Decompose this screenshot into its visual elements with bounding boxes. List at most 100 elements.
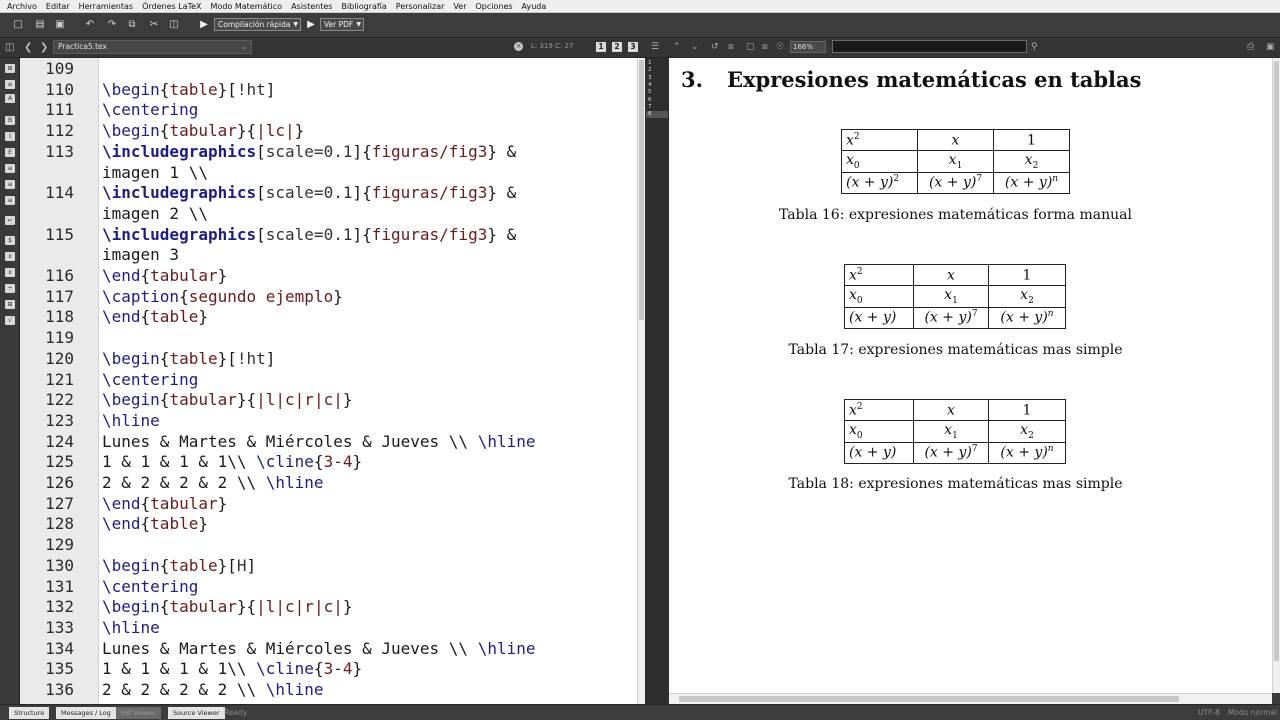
pdf-viewer-button[interactable]: Pdf Viewer [116,707,161,719]
fullscreen-icon[interactable]: ⧈ [762,41,768,53]
editor-scrollbar-thumb[interactable] [639,60,644,320]
window-mode-icon[interactable]: ▣ [1266,41,1275,53]
view-select[interactable]: Ver PDF ▼ [320,18,364,31]
chevron-left-icon[interactable]: ❮ [24,41,32,54]
align-center-icon[interactable]: ≡ [5,180,15,189]
code-line[interactable]: \includegraphics[scale=0.1]{figuras/fig3… [102,225,516,245]
compile-select[interactable]: Compilación rápida ▼ [214,18,301,31]
code-line[interactable]: \includegraphics[scale=0.1]{figuras/fig3… [102,183,516,203]
menu-ver[interactable]: Ver [453,2,466,11]
menu-herramientas[interactable]: Herramientas [79,2,134,11]
editor-scrollbar[interactable] [637,58,645,704]
code-line[interactable]: \centering [102,370,198,390]
code-line[interactable]: \begin{tabular}{|lc|} [102,121,304,141]
table-icon[interactable]: ⊞ [5,300,15,309]
symbols-panel-icon[interactable]: A [5,94,15,103]
view-run-icon[interactable]: ▶ [305,18,317,31]
code-line[interactable]: \end{table} [102,514,208,534]
code-line[interactable]: \begin{tabular}{|l|c|r|c|} [102,390,352,410]
layout-three-page-button[interactable]: 3 [628,42,638,52]
structure-item[interactable]: 5 [646,89,668,96]
structure-item[interactable]: 6 [646,97,668,104]
chevron-right-icon[interactable]: ❯ [40,41,48,54]
code-line[interactable]: \includegraphics[scale=0.1]{figuras/fig3… [102,142,516,162]
pdf-viewer[interactable]: 3. Expresiones matemáticas en tablas x2 x… [669,58,1272,693]
code-line[interactable]: Lunes & Martes & Miércoles & Jueves \\ \… [102,432,535,452]
code-line[interactable]: \caption{segundo ejemplo} [102,287,343,307]
close-icon[interactable]: × [514,42,523,51]
code-line[interactable]: \end{tabular} [102,266,227,286]
save-icon[interactable]: ▣ [54,18,66,31]
subscript-icon[interactable]: x [5,252,15,261]
fraction-icon[interactable]: ÷ [5,284,15,293]
structure-item[interactable]: 1 [646,60,668,67]
code-line[interactable]: \hline [102,411,160,431]
sqrt-icon[interactable]: √ [5,316,15,325]
page-up-icon[interactable]: ⌃ [673,41,681,53]
pdf-horizontal-scrollbar[interactable] [669,693,1272,704]
code-line[interactable]: imagen 2 \\ [102,204,208,224]
menu-bibliografia[interactable]: Bibliografía [341,2,386,11]
messages-log-button[interactable]: Messages / Log [56,707,116,719]
code-line[interactable]: \hline [102,618,160,638]
compile-run-icon[interactable]: ▶ [198,18,210,31]
code-line[interactable]: \centering [102,100,198,120]
structure-button[interactable]: Structure [9,707,50,719]
fit-width-icon[interactable]: ⧈ [728,41,734,53]
menu-modo-matematico[interactable]: Modo Matemático [211,2,283,11]
pdf-search-input[interactable] [832,40,1027,53]
code-line[interactable]: \begin{table}[!ht] [102,80,275,100]
tab-list-icon[interactable]: ◫ [5,41,14,54]
code-line[interactable]: \begin{table}[!ht] [102,349,275,369]
structure-item[interactable]: 7 [646,104,668,111]
source-viewer-button[interactable]: Source Viewer [168,707,225,719]
code-line[interactable]: \end{table} [102,307,208,327]
undo-icon[interactable]: ↶ [84,18,96,31]
copy-icon[interactable]: ⧉ [126,18,138,31]
zoom-select[interactable]: 166% [790,41,826,53]
status-encoding[interactable]: UTF-8 [1198,708,1220,717]
structure-item[interactable]: 8 [646,111,668,119]
menu-opciones[interactable]: Opciones [475,2,512,11]
code-line[interactable]: \begin{table}[H] [102,556,256,576]
code-line[interactable]: 2 & 2 & 2 & 2 \\ \hline [102,473,324,493]
align-left-icon[interactable]: ≡ [5,164,15,173]
pdf-horizontal-scrollbar-thumb[interactable] [679,696,1179,702]
code-line[interactable]: 1 & 1 & 1 & 1\\ \cline{3-4} [102,452,362,472]
code-line[interactable]: 1 & 1 & 1 & 1\\ \cline{3-4} [102,659,362,679]
italic-icon[interactable]: I [5,132,15,141]
structure-item[interactable]: 2 [646,67,668,74]
code-line[interactable]: imagen 1 \\ [102,163,208,183]
align-right-icon[interactable]: ≡ [5,196,15,205]
close-tab-icon[interactable]: ⌄ [241,41,247,53]
source-editor[interactable]: 109 110 \begin{table}[!ht] 111 \centering 112… [20,58,637,704]
code-line[interactable]: Lunes & Martes & Miércoles & Jueves \\ \… [102,639,535,659]
code-line[interactable]: \centering [102,577,198,597]
page-down-icon[interactable]: ⌄ [691,41,699,53]
search-icon[interactable]: ⚲ [1031,41,1038,53]
fit-page-icon[interactable]: ▢ [746,41,755,53]
math-mode-icon[interactable]: $ [5,236,15,245]
open-file-icon[interactable]: ▤ [34,18,46,31]
code-line[interactable]: \end{tabular} [102,494,227,514]
magnifier-view-icon[interactable]: ☉ [776,41,784,53]
toc-icon[interactable]: ☰ [651,41,659,53]
tab-practica5[interactable]: Practica5.tex ⌄ [53,40,252,54]
cut-icon[interactable]: ✂ [148,18,160,31]
new-file-icon[interactable]: □ [12,18,24,31]
structure-item[interactable]: 3 [646,75,668,82]
structure-panel-icon[interactable]: ⊞ [5,64,15,73]
menu-editar[interactable]: Editar [46,2,70,11]
code-line[interactable]: \begin{tabular}{|l|c|r|c|} [102,597,352,617]
layout-two-page-button[interactable]: 2 [612,42,622,52]
menu-ayuda[interactable]: Ayuda [522,2,547,11]
bold-icon[interactable]: B [5,116,15,125]
menu-archivo[interactable]: Archivo [7,2,37,11]
pdf-vertical-scrollbar-thumb[interactable] [1274,61,1279,661]
structure-item[interactable]: 4 [646,82,668,89]
menu-asistentes[interactable]: Asistentes [291,2,332,11]
superscript-icon[interactable]: x [5,268,15,277]
bookmarks-panel-icon[interactable]: ≡ [5,80,15,89]
print-icon[interactable]: ⎙ [1247,41,1254,53]
menu-personalizar[interactable]: Personalizar [396,2,445,11]
